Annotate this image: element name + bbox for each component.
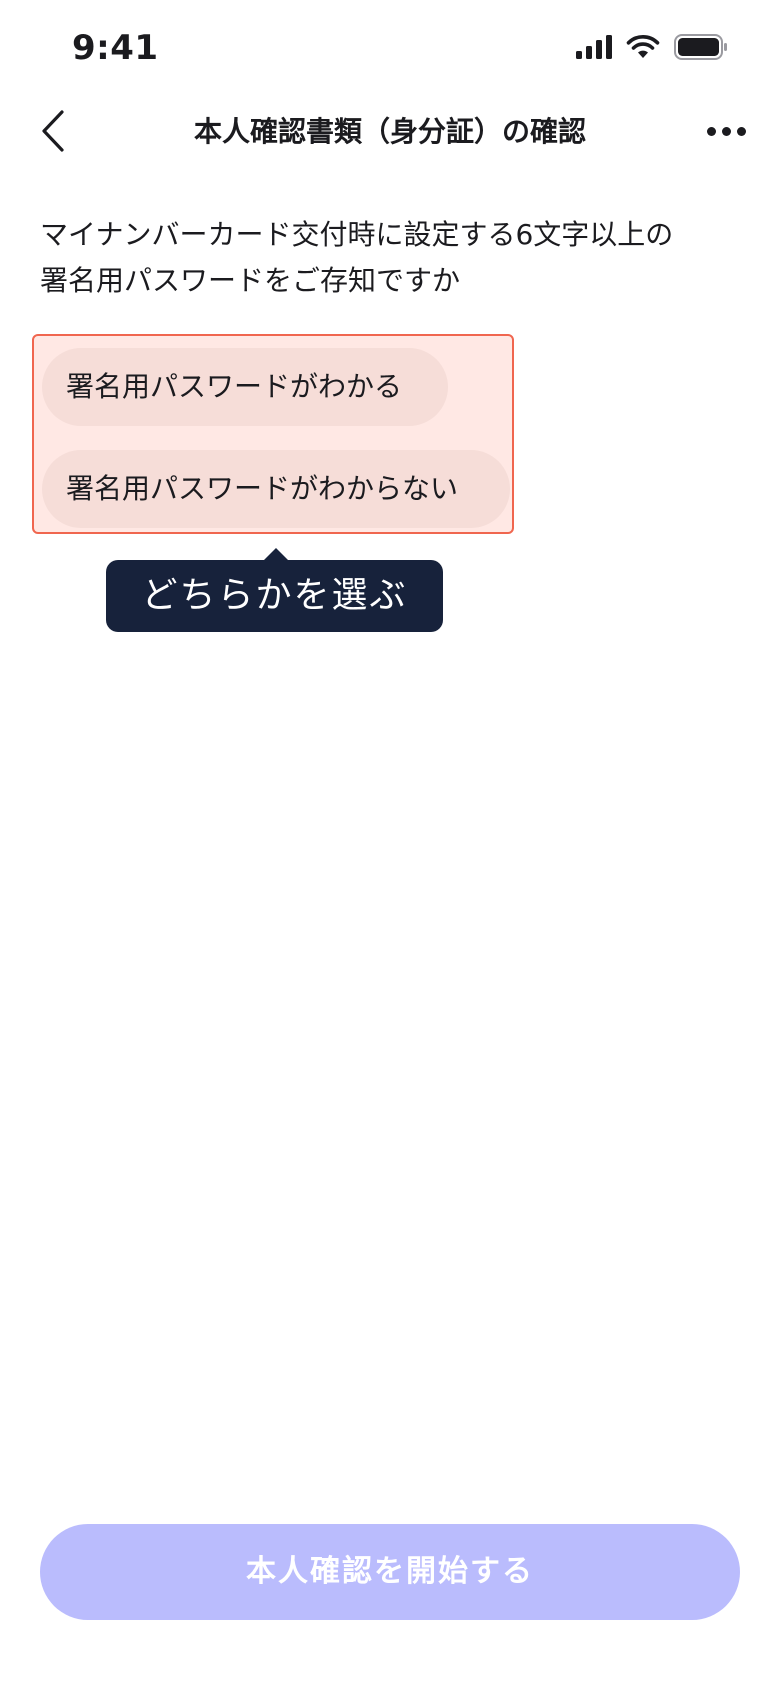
- battery-icon: [674, 34, 727, 60]
- more-horizontal-icon: [736, 126, 746, 136]
- question-text: マイナンバーカード交付時に設定する6文字以上の 署名用パスワードをご存知ですか: [40, 212, 740, 304]
- more-horizontal-icon: [721, 126, 731, 136]
- nav-bar: 本人確認書類（身分証）の確認: [0, 100, 780, 162]
- status-icons: [576, 34, 728, 60]
- status-time: 9:41: [72, 28, 159, 68]
- chevron-left-icon: [42, 110, 64, 152]
- option-password-known[interactable]: 署名用パスワードがわかる: [42, 348, 448, 426]
- instruction-tooltip: どちらかを選ぶ: [106, 560, 443, 632]
- back-button[interactable]: [28, 106, 78, 156]
- page-title: 本人確認書類（身分証）の確認: [193, 115, 586, 148]
- cellular-signal-icon: [576, 35, 612, 59]
- question-line-2: 署名用パスワードをご存知ですか: [40, 264, 461, 297]
- more-button[interactable]: [696, 108, 756, 154]
- question-line-1: マイナンバーカード交付時に設定する6文字以上の: [40, 218, 674, 251]
- status-bar: 9:41: [0, 0, 780, 100]
- more-horizontal-icon: [706, 126, 716, 136]
- options-highlight-frame: 署名用パスワードがわかる 署名用パスワードがわからない: [32, 334, 514, 534]
- start-verification-button[interactable]: 本人確認を開始する: [40, 1524, 740, 1620]
- option-password-unknown[interactable]: 署名用パスワードがわからない: [42, 450, 510, 528]
- wifi-icon: [626, 35, 660, 58]
